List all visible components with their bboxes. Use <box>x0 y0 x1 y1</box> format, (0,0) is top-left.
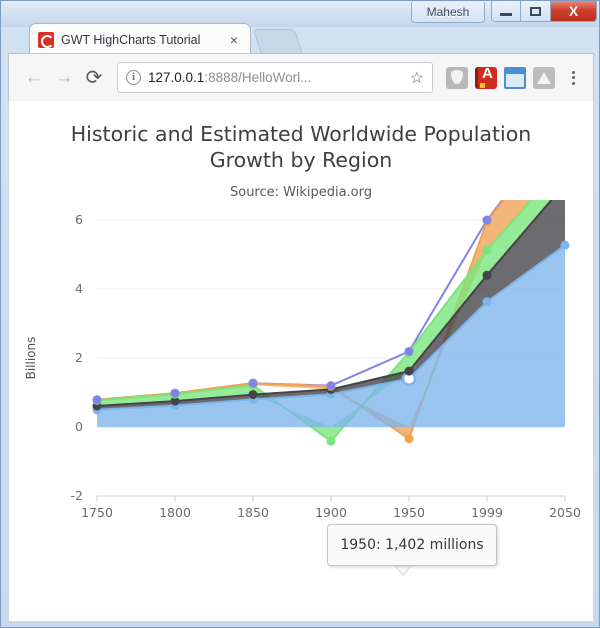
svg-text:2050: 2050 <box>549 505 581 520</box>
svg-text:1850: 1850 <box>237 505 269 520</box>
page-content: Historic and Estimated Worldwide Populat… <box>8 101 594 622</box>
maximize-icon <box>530 7 541 16</box>
address-bar[interactable]: i 127.0.0.1:8888/HelloWorl... ☆ <box>117 62 433 93</box>
svg-text:1900: 1900 <box>315 505 347 520</box>
url-text: 127.0.0.1:8888/HelloWorl... <box>148 70 311 85</box>
point-africa-1999 <box>483 271 492 280</box>
svg-text:1800: 1800 <box>159 505 191 520</box>
close-icon: X <box>569 3 578 19</box>
point-oceania-1750 <box>93 395 102 404</box>
gwt-favicon <box>38 32 54 48</box>
point-oceania-1999 <box>483 216 492 225</box>
back-icon[interactable]: ← <box>19 63 49 93</box>
browser-toolbar: ← → ⟳ i 127.0.0.1:8888/HelloWorl... ☆ <box>8 53 594 102</box>
point-europe-1999 <box>483 246 492 255</box>
point-oceania-1800 <box>171 389 180 398</box>
point-oceania-1950 <box>405 347 414 356</box>
point-europe-1900 <box>327 437 336 446</box>
url-path: :8888/HelloWorl... <box>204 70 311 85</box>
site-info-icon[interactable]: i <box>126 70 141 85</box>
svg-text:-2: -2 <box>71 488 83 503</box>
svg-text:1999: 1999 <box>471 505 503 520</box>
svg-text:0: 0 <box>75 419 83 434</box>
forward-icon[interactable]: → <box>49 63 79 93</box>
browser-window: Mahesh X GWT HighCharts Tutorial × ← → ⟳ <box>0 0 600 628</box>
new-tab-button[interactable] <box>253 29 303 55</box>
shield-extension-icon[interactable] <box>446 67 468 89</box>
tab-strip: GWT HighCharts Tutorial × <box>1 21 599 55</box>
svg-text:1950: 1950 <box>393 505 425 520</box>
chart-plot-area: -2 0 2 4 6 1750 1800 1850 1900 1950 1999 2050 Billio… <box>9 200 594 600</box>
tab-gwt-highcharts-tutorial[interactable]: GWT HighCharts Tutorial × <box>29 23 251 55</box>
point-asia-2050 <box>561 241 570 250</box>
bookmark-star-icon[interactable]: ☆ <box>404 68 424 88</box>
screenshot-extension-icon[interactable] <box>504 67 526 89</box>
url-host: 127.0.0.1 <box>148 70 204 85</box>
chart-svg: -2 0 2 4 6 1750 1800 1850 1900 1950 1999 2050 Billio… <box>9 200 594 600</box>
reload-icon[interactable]: ⟳ <box>79 63 109 93</box>
svg-text:6: 6 <box>75 212 83 227</box>
svg-text:1750: 1750 <box>81 505 113 520</box>
point-asia-1999 <box>483 297 492 306</box>
point-america-1950 <box>405 434 414 443</box>
point-africa-1850 <box>249 390 258 399</box>
maximize-button[interactable] <box>521 1 551 22</box>
svg-text:4: 4 <box>75 281 83 296</box>
tab-title: GWT HighCharts Tutorial <box>61 33 226 47</box>
kebab-menu-icon[interactable] <box>563 71 583 85</box>
svg-text:2: 2 <box>75 350 83 365</box>
chart-subtitle: Source: Wikipedia.org <box>9 185 593 200</box>
tooltip-text: 1950: 1,402 millions <box>340 537 483 553</box>
window-controls: X <box>491 1 597 23</box>
point-oceania-1900 <box>327 381 336 390</box>
tooltip-pointer <box>395 565 411 575</box>
user-account-label: Mahesh <box>427 5 470 19</box>
minimize-button[interactable] <box>491 1 521 22</box>
close-button[interactable]: X <box>551 1 597 22</box>
svg-text:Billions: Billions <box>24 337 38 380</box>
tab-close-icon[interactable]: × <box>226 33 242 47</box>
chart-tooltip: 1950: 1,402 millions <box>327 524 497 566</box>
dictionary-extension-icon[interactable] <box>475 67 497 89</box>
point-africa-1950 <box>405 367 414 376</box>
point-oceania-1850 <box>249 379 258 388</box>
minimize-icon <box>500 13 512 16</box>
chart-title: Historic and Estimated Worldwide Populat… <box>9 121 593 173</box>
drive-extension-icon[interactable] <box>533 67 555 89</box>
user-account-button[interactable]: Mahesh <box>411 2 485 23</box>
